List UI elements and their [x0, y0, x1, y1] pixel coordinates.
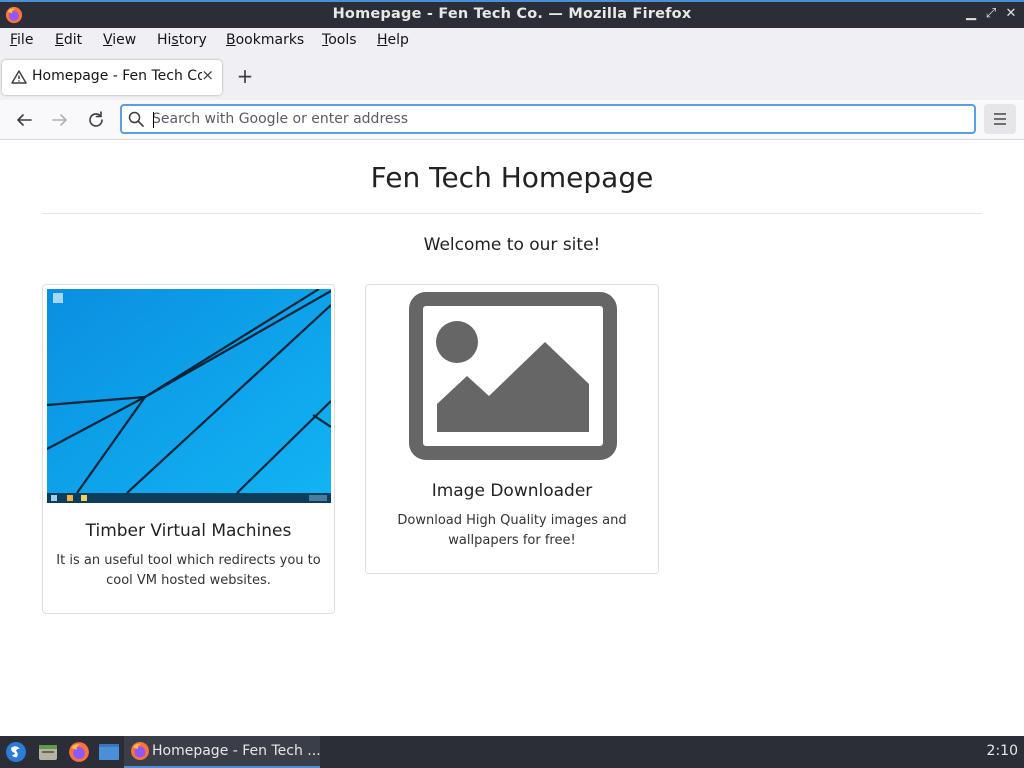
file-manager-icon[interactable] — [37, 741, 59, 763]
menu-edit-label: dit — [63, 32, 83, 48]
menu-bookmarks-label: ookmarks — [235, 32, 305, 48]
menu-help-key: H — [377, 32, 388, 48]
menu-tools-label: ools — [328, 32, 357, 48]
menu-edit[interactable]: Edit — [55, 32, 82, 48]
card-title[interactable]: Timber Virtual Machines — [43, 521, 334, 541]
app-menu-button[interactable] — [984, 104, 1016, 134]
menu-view-label: iew — [112, 32, 137, 48]
text-caret — [153, 112, 154, 128]
menu-history[interactable]: History — [157, 32, 207, 48]
taskbar-clock[interactable]: 2:10 — [987, 743, 1018, 759]
card-description: Download High Quality images and wallpap… — [397, 513, 627, 548]
firefox-launcher-icon[interactable] — [68, 741, 90, 763]
card-timber-virtual-machines[interactable]: Timber Virtual Machines It is an useful … — [42, 284, 335, 614]
taskbar-window-firefox[interactable]: Homepage - Fen Tech ... — [124, 736, 321, 768]
tab-label: Homepage - Fen Tech Co. — [32, 68, 202, 84]
minimize-icon[interactable]: ▁ — [962, 5, 980, 23]
menu-view[interactable]: View — [103, 32, 136, 48]
card-image-downloader[interactable]: Image Downloader Download High Quality i… — [365, 284, 659, 574]
menu-history-label: tory — [178, 32, 207, 48]
tab-close-icon[interactable]: × — [201, 66, 214, 84]
close-icon[interactable]: ✕ — [1002, 5, 1020, 23]
taskbar: Homepage - Fen Tech ... 2:10 — [0, 736, 1024, 768]
menu-history-pre: Hi — [157, 32, 172, 48]
address-bar[interactable] — [120, 104, 976, 134]
window-titlebar[interactable]: Homepage - Fen Tech Co. — Mozilla Firefo… — [0, 0, 1024, 28]
reload-icon[interactable] — [84, 108, 108, 132]
search-icon — [128, 111, 144, 127]
tab-homepage[interactable]: Homepage - Fen Tech Co. × — [2, 60, 222, 95]
image-placeholder-icon[interactable] — [409, 292, 617, 460]
windows-desktop-screenshot-image[interactable] — [47, 289, 331, 503]
menu-help-label: elp — [387, 32, 409, 48]
url-input[interactable] — [152, 108, 952, 130]
menu-bookmarks-key: B — [226, 32, 236, 48]
menu-history-key: s — [171, 32, 179, 48]
page-content: Fen Tech Homepage Welcome to our site! T… — [0, 141, 1024, 736]
firefox-icon — [131, 742, 149, 760]
menu-bar: File Edit View History Bookmarks Tools H… — [0, 28, 1024, 54]
window-title: Homepage - Fen Tech Co. — Mozilla Firefo… — [332, 6, 692, 22]
menu-view-key: V — [103, 32, 113, 48]
forward-arrow-icon[interactable] — [48, 108, 72, 132]
restore-icon[interactable]: ⤢ — [982, 5, 1000, 23]
menu-file-label: ile — [17, 32, 34, 48]
tab-strip: Homepage - Fen Tech Co. × + — [0, 54, 1024, 100]
title-divider — [42, 213, 982, 214]
warning-icon — [11, 70, 27, 84]
hamburger-menu-icon — [994, 113, 1006, 125]
start-menu-icon[interactable] — [5, 741, 27, 763]
menu-bookmarks[interactable]: Bookmarks — [226, 32, 304, 48]
back-arrow-icon[interactable] — [12, 108, 36, 132]
card-description: It is an useful tool which redirects you… — [56, 553, 321, 588]
page-title: Fen Tech Homepage — [370, 161, 654, 194]
menu-help[interactable]: Help — [377, 32, 409, 48]
desktop-icon[interactable] — [98, 741, 120, 763]
nav-toolbar — [0, 100, 1024, 140]
welcome-text: Welcome to our site! — [423, 235, 601, 255]
taskbar-window-label: Homepage - Fen Tech ... — [152, 743, 321, 759]
new-tab-button[interactable]: + — [234, 66, 256, 88]
menu-file-key: F — [10, 32, 18, 48]
card-title[interactable]: Image Downloader — [366, 481, 658, 501]
menu-edit-key: E — [55, 32, 64, 48]
menu-file[interactable]: File — [10, 32, 33, 48]
menu-tools[interactable]: Tools — [322, 32, 357, 48]
